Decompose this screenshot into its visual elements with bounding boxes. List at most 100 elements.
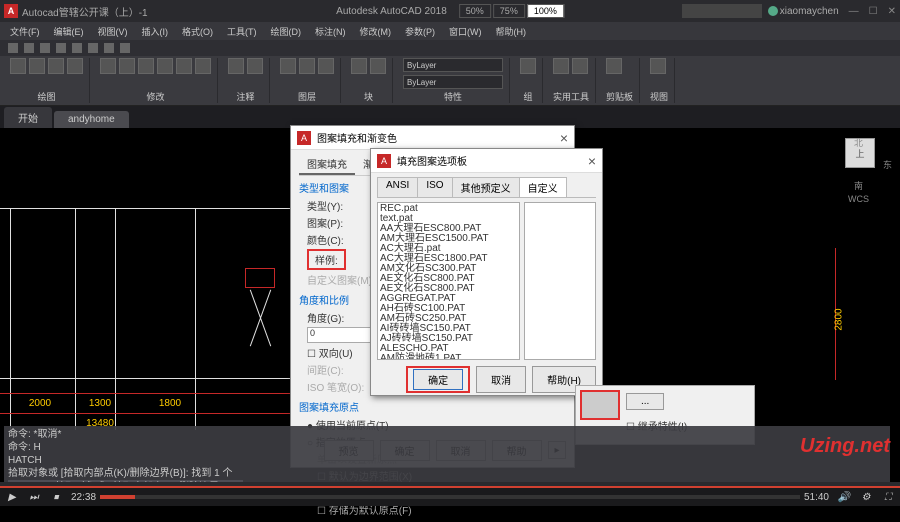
tool-icon[interactable]	[138, 58, 154, 74]
qat-icon[interactable]	[120, 43, 130, 53]
tab-other[interactable]: 其他预定义	[452, 177, 520, 197]
tool-icon[interactable]	[176, 58, 192, 74]
qat-icon[interactable]	[24, 43, 34, 53]
qat-icon[interactable]	[104, 43, 114, 53]
panel-label: 块	[351, 90, 386, 103]
panel-label: 注释	[228, 90, 263, 103]
tool-icon[interactable]	[48, 58, 64, 74]
tool-icon[interactable]	[572, 58, 588, 74]
fullscreen-icon[interactable]: ⛶	[881, 490, 895, 504]
menu-edit[interactable]: 编辑(E)	[48, 24, 90, 39]
menu-tools[interactable]: 工具(T)	[221, 24, 263, 39]
tab-hatch[interactable]: 图案填充	[299, 154, 355, 175]
tool-icon[interactable]	[299, 58, 315, 74]
tool-icon[interactable]	[29, 58, 45, 74]
dimension-text: 2800	[833, 308, 844, 330]
close-icon[interactable]: ×	[588, 153, 596, 169]
tripod-object	[235, 268, 285, 348]
zoom-controls: 50% 75% 100%	[459, 4, 564, 18]
tool-icon[interactable]	[351, 58, 367, 74]
tool-icon[interactable]	[650, 58, 666, 74]
volume-icon[interactable]: 🔊	[837, 490, 851, 504]
dimension-text: 2000	[29, 398, 51, 409]
dialog-icon: A	[297, 131, 311, 145]
tool-icon[interactable]	[67, 58, 83, 74]
list-item[interactable]: AM防滑地砖1.PAT	[380, 354, 517, 360]
zoom-50[interactable]: 50%	[459, 4, 491, 18]
layer-dropdown[interactable]: ByLayer	[403, 75, 503, 89]
tab-custom[interactable]: 自定义	[519, 177, 567, 197]
tool-icon[interactable]	[318, 58, 334, 74]
tab-start[interactable]: 开始	[4, 107, 52, 128]
tool-icon[interactable]	[520, 58, 536, 74]
layer-dropdown[interactable]: ByLayer	[403, 58, 503, 72]
ribbon-panel-clipboard: 剪贴板	[600, 58, 640, 103]
menu-parametric[interactable]: 参数(P)	[399, 24, 441, 39]
ellipsis-button[interactable]: ...	[626, 393, 664, 410]
qat-icon[interactable]	[56, 43, 66, 53]
ok-button[interactable]: 确定	[413, 369, 463, 390]
menu-modify[interactable]: 修改(M)	[354, 24, 398, 39]
ribbon-panel-layers: 图层	[274, 58, 341, 103]
tool-icon[interactable]	[195, 58, 211, 74]
user-account[interactable]: xiaomaychen	[768, 6, 839, 17]
close-icon[interactable]: ×	[560, 130, 568, 146]
ribbon-panel-view: 视图	[644, 58, 675, 103]
close-button[interactable]: ✕	[888, 6, 896, 17]
settings-icon[interactable]: ⚙	[859, 490, 873, 504]
qat-icon[interactable]	[8, 43, 18, 53]
qat-icon[interactable]	[72, 43, 82, 53]
video-seek-bar[interactable]	[100, 495, 800, 499]
cmd-history: HATCH	[8, 454, 886, 467]
pattern-preview	[524, 202, 596, 360]
compass-east: 东	[883, 158, 892, 171]
menu-help[interactable]: 帮助(H)	[490, 24, 533, 39]
menu-file[interactable]: 文件(F)	[4, 24, 46, 39]
view-cube[interactable]: 北 上 东 南 WCS	[830, 138, 890, 198]
cancel-button[interactable]: 取消	[476, 366, 526, 393]
search-input[interactable]	[682, 4, 762, 18]
quick-access-toolbar	[0, 40, 900, 56]
minimize-button[interactable]: —	[849, 6, 859, 17]
cmd-history: 命令: *取消*	[8, 428, 886, 441]
dialog-titlebar[interactable]: A 填充图案选项板 ×	[371, 149, 602, 173]
stop-icon[interactable]: ⏹	[49, 490, 63, 504]
tool-icon[interactable]	[157, 58, 173, 74]
tool-icon[interactable]	[10, 58, 26, 74]
zoom-100[interactable]: 100%	[527, 4, 564, 18]
tool-icon[interactable]	[370, 58, 386, 74]
tool-icon[interactable]	[606, 58, 622, 74]
menu-view[interactable]: 视图(V)	[92, 24, 134, 39]
tool-icon[interactable]	[247, 58, 263, 74]
zoom-75[interactable]: 75%	[493, 4, 525, 18]
tab-iso[interactable]: ISO	[417, 177, 452, 197]
menu-dimension[interactable]: 标注(N)	[309, 24, 352, 39]
command-line[interactable]: 命令: *取消* 命令: H HATCH 拾取对象或 [拾取内部点(K)/删除边…	[4, 426, 890, 482]
pattern-list[interactable]: REC.pattext.patAA大理石ESC800.PATAM大理石ESC15…	[377, 202, 520, 360]
menu-format[interactable]: 格式(O)	[176, 24, 219, 39]
sample-label: 样例:	[307, 249, 346, 270]
dialog-titlebar[interactable]: A 图案填充和渐变色 ×	[291, 126, 574, 150]
ribbon-panel-annotation: 注释	[222, 58, 270, 103]
tool-icon[interactable]	[280, 58, 296, 74]
vertical-dimension: 2800	[830, 248, 840, 380]
maximize-button[interactable]: ☐	[869, 6, 878, 17]
menu-draw[interactable]: 绘图(D)	[265, 24, 308, 39]
cmd-history: 拾取对象或 [拾取内部点(K)/删除边界(B)]: 找到 1 个	[8, 467, 886, 480]
tool-icon[interactable]	[100, 58, 116, 74]
play-icon[interactable]: ▶	[5, 490, 19, 504]
menu-insert[interactable]: 插入(I)	[136, 24, 175, 39]
tool-icon[interactable]	[553, 58, 569, 74]
tool-icon[interactable]	[228, 58, 244, 74]
panel-label: 剪贴板	[606, 90, 633, 103]
compass-north: 北	[854, 136, 863, 149]
next-icon[interactable]: ⏭	[27, 490, 41, 504]
tool-icon[interactable]	[119, 58, 135, 74]
tab-andyhome[interactable]: andyhome	[54, 111, 129, 128]
panel-label: 绘图	[10, 90, 83, 103]
qat-icon[interactable]	[40, 43, 50, 53]
menu-window[interactable]: 窗口(W)	[443, 24, 488, 39]
ribbon-panel-groups: 组	[514, 58, 543, 103]
tab-ansi[interactable]: ANSI	[377, 177, 418, 197]
qat-icon[interactable]	[88, 43, 98, 53]
